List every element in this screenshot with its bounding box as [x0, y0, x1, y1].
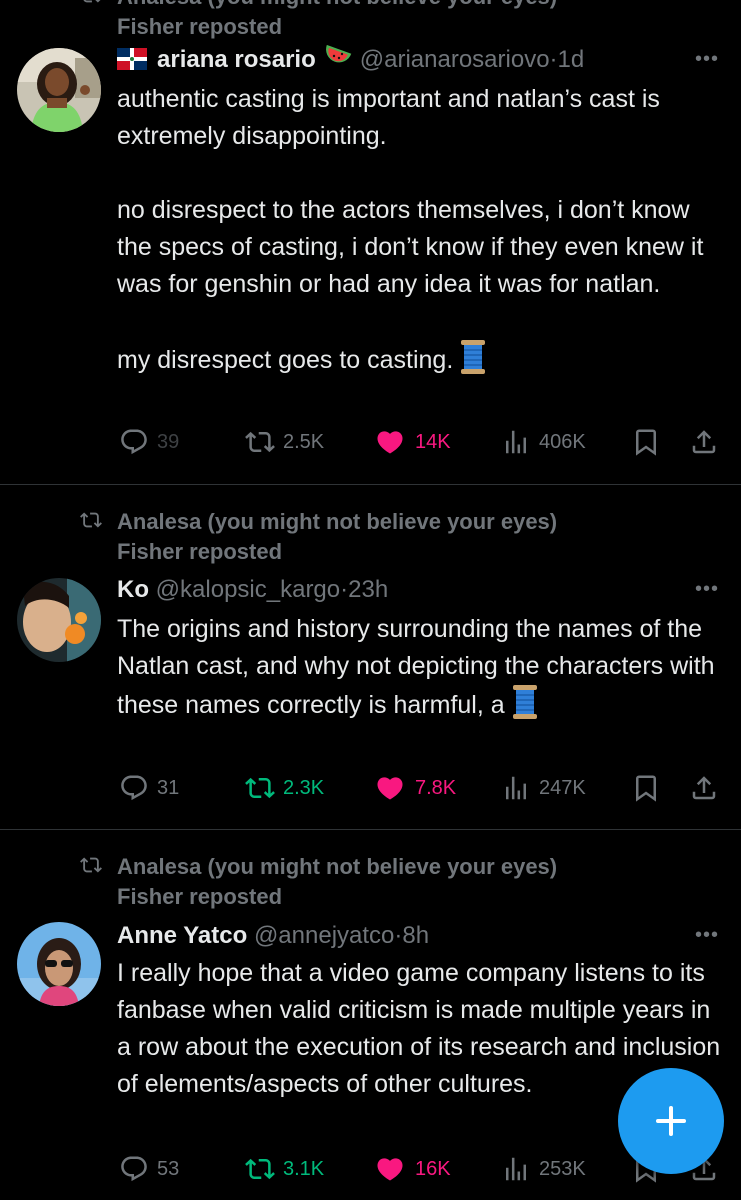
tweet-header: Anne Yatco @annejyatco·8h	[117, 920, 429, 952]
reply-count: 31	[157, 776, 180, 799]
share-button[interactable]	[689, 770, 719, 806]
reply-count: 53	[157, 1157, 180, 1180]
repost-count: 2.3K	[283, 776, 325, 799]
repost-label: Fisher reposted	[117, 539, 283, 564]
repost-icon	[80, 512, 102, 528]
reply-button[interactable]: 31	[119, 770, 179, 806]
plus-icon	[656, 1106, 686, 1136]
reply-icon	[121, 429, 147, 455]
repost-icon	[80, 857, 102, 873]
thread-spool-icon	[461, 340, 486, 374]
share-button[interactable]	[689, 424, 719, 460]
view-count: 406K	[539, 430, 586, 453]
views-icon	[506, 1157, 526, 1181]
tweet-header: Ko @kalopsic_kargo·23h	[117, 574, 388, 606]
repost-label: Fisher reposted	[117, 14, 283, 39]
like-count: 16K	[415, 1157, 451, 1180]
paragraph: The origins and history surrounding the …	[117, 615, 715, 719]
watermelon-icon	[325, 45, 352, 63]
repost-user[interactable]: Analesa (you might not believe your eyes…	[117, 507, 677, 537]
dominican-flag-icon	[117, 48, 147, 70]
views-icon	[506, 430, 526, 454]
reply-icon	[121, 1156, 147, 1182]
bookmark-button[interactable]	[631, 424, 661, 460]
paragraph: my disrespect goes to casting.	[117, 340, 727, 379]
views-button[interactable]: 247K	[501, 770, 586, 806]
bookmark-icon	[636, 775, 656, 802]
like-count: 14K	[415, 430, 451, 453]
share-icon	[692, 430, 716, 454]
like-button[interactable]: 16K	[373, 1151, 451, 1187]
repost-count: 3.1K	[283, 1157, 325, 1180]
reply-button[interactable]: 53	[119, 1151, 179, 1187]
handle[interactable]: @arianarosariovo	[360, 46, 550, 73]
repost-button[interactable]: 2.3K	[245, 770, 324, 806]
views-icon	[506, 776, 526, 800]
bookmark-button[interactable]	[631, 770, 661, 806]
like-button[interactable]: 14K	[373, 424, 451, 460]
handle[interactable]: @kalopsic_kargo	[156, 576, 340, 603]
timestamp[interactable]: 8h	[402, 922, 429, 949]
tweet-actions: 31 2.3K 7.8K 247K	[117, 770, 727, 806]
repost-button[interactable]: 3.1K	[245, 1151, 324, 1187]
display-name[interactable]: Ko	[117, 576, 149, 603]
like-button[interactable]: 7.8K	[373, 770, 456, 806]
paragraph: no disrespect to the actors themselves, …	[117, 196, 704, 298]
views-button[interactable]: 253K	[501, 1151, 586, 1187]
handle[interactable]: @annejyatco	[254, 922, 394, 949]
display-name[interactable]: Anne Yatco	[117, 922, 247, 949]
bookmark-icon	[636, 429, 656, 456]
repost-icon	[245, 777, 275, 799]
thread-spool-icon	[512, 685, 537, 719]
timestamp[interactable]: 1d	[558, 46, 585, 73]
paragraph: authentic casting is important and natla…	[117, 85, 660, 150]
heart-icon	[377, 1158, 403, 1181]
avatar[interactable]	[17, 922, 101, 1006]
repost-user[interactable]: Analesa (you might not believe your eyes…	[117, 852, 677, 882]
repost-button[interactable]: 2.5K	[245, 424, 324, 460]
like-count: 7.8K	[415, 776, 457, 799]
display-name[interactable]: ariana rosario	[157, 46, 316, 73]
separator-dot: ·	[340, 576, 349, 603]
compose-button[interactable]	[618, 1068, 724, 1174]
tweet-2[interactable]: Analesa (you might not believe your eyes…	[0, 485, 741, 828]
tweet-header: ariana rosario @arianarosariovo·1d	[117, 44, 584, 76]
tweet-actions: 39 2.5K 14K 406K	[117, 424, 727, 460]
tweet-text: The origins and history surrounding the …	[117, 611, 727, 724]
repost-count: 2.5K	[283, 430, 325, 453]
repost-label: Fisher reposted	[117, 884, 283, 909]
more-options-button[interactable]: •••	[695, 578, 719, 601]
avatar[interactable]	[17, 48, 101, 132]
tweet-text: authentic casting is important and natla…	[117, 81, 727, 379]
share-icon	[692, 776, 716, 800]
reply-icon	[121, 775, 147, 801]
view-count: 247K	[539, 776, 586, 799]
repost-user[interactable]: Analesa (you might not believe your eyes…	[117, 0, 677, 12]
timestamp[interactable]: 23h	[348, 576, 388, 603]
view-count: 253K	[539, 1157, 586, 1180]
more-options-button[interactable]: •••	[695, 48, 719, 71]
heart-icon	[377, 777, 403, 800]
separator-dot: ·	[549, 46, 558, 73]
repost-icon	[83, 0, 101, 3]
avatar[interactable]	[17, 578, 101, 662]
reply-button[interactable]: 39	[119, 424, 179, 460]
more-options-button[interactable]: •••	[695, 924, 719, 947]
reply-count: 39	[157, 430, 180, 453]
repost-icon	[245, 431, 275, 453]
heart-icon	[377, 431, 403, 454]
repost-icon	[245, 1158, 275, 1180]
tweet-1[interactable]: Analesa (you might not believe your eyes…	[0, 0, 741, 484]
views-button[interactable]: 406K	[501, 424, 586, 460]
